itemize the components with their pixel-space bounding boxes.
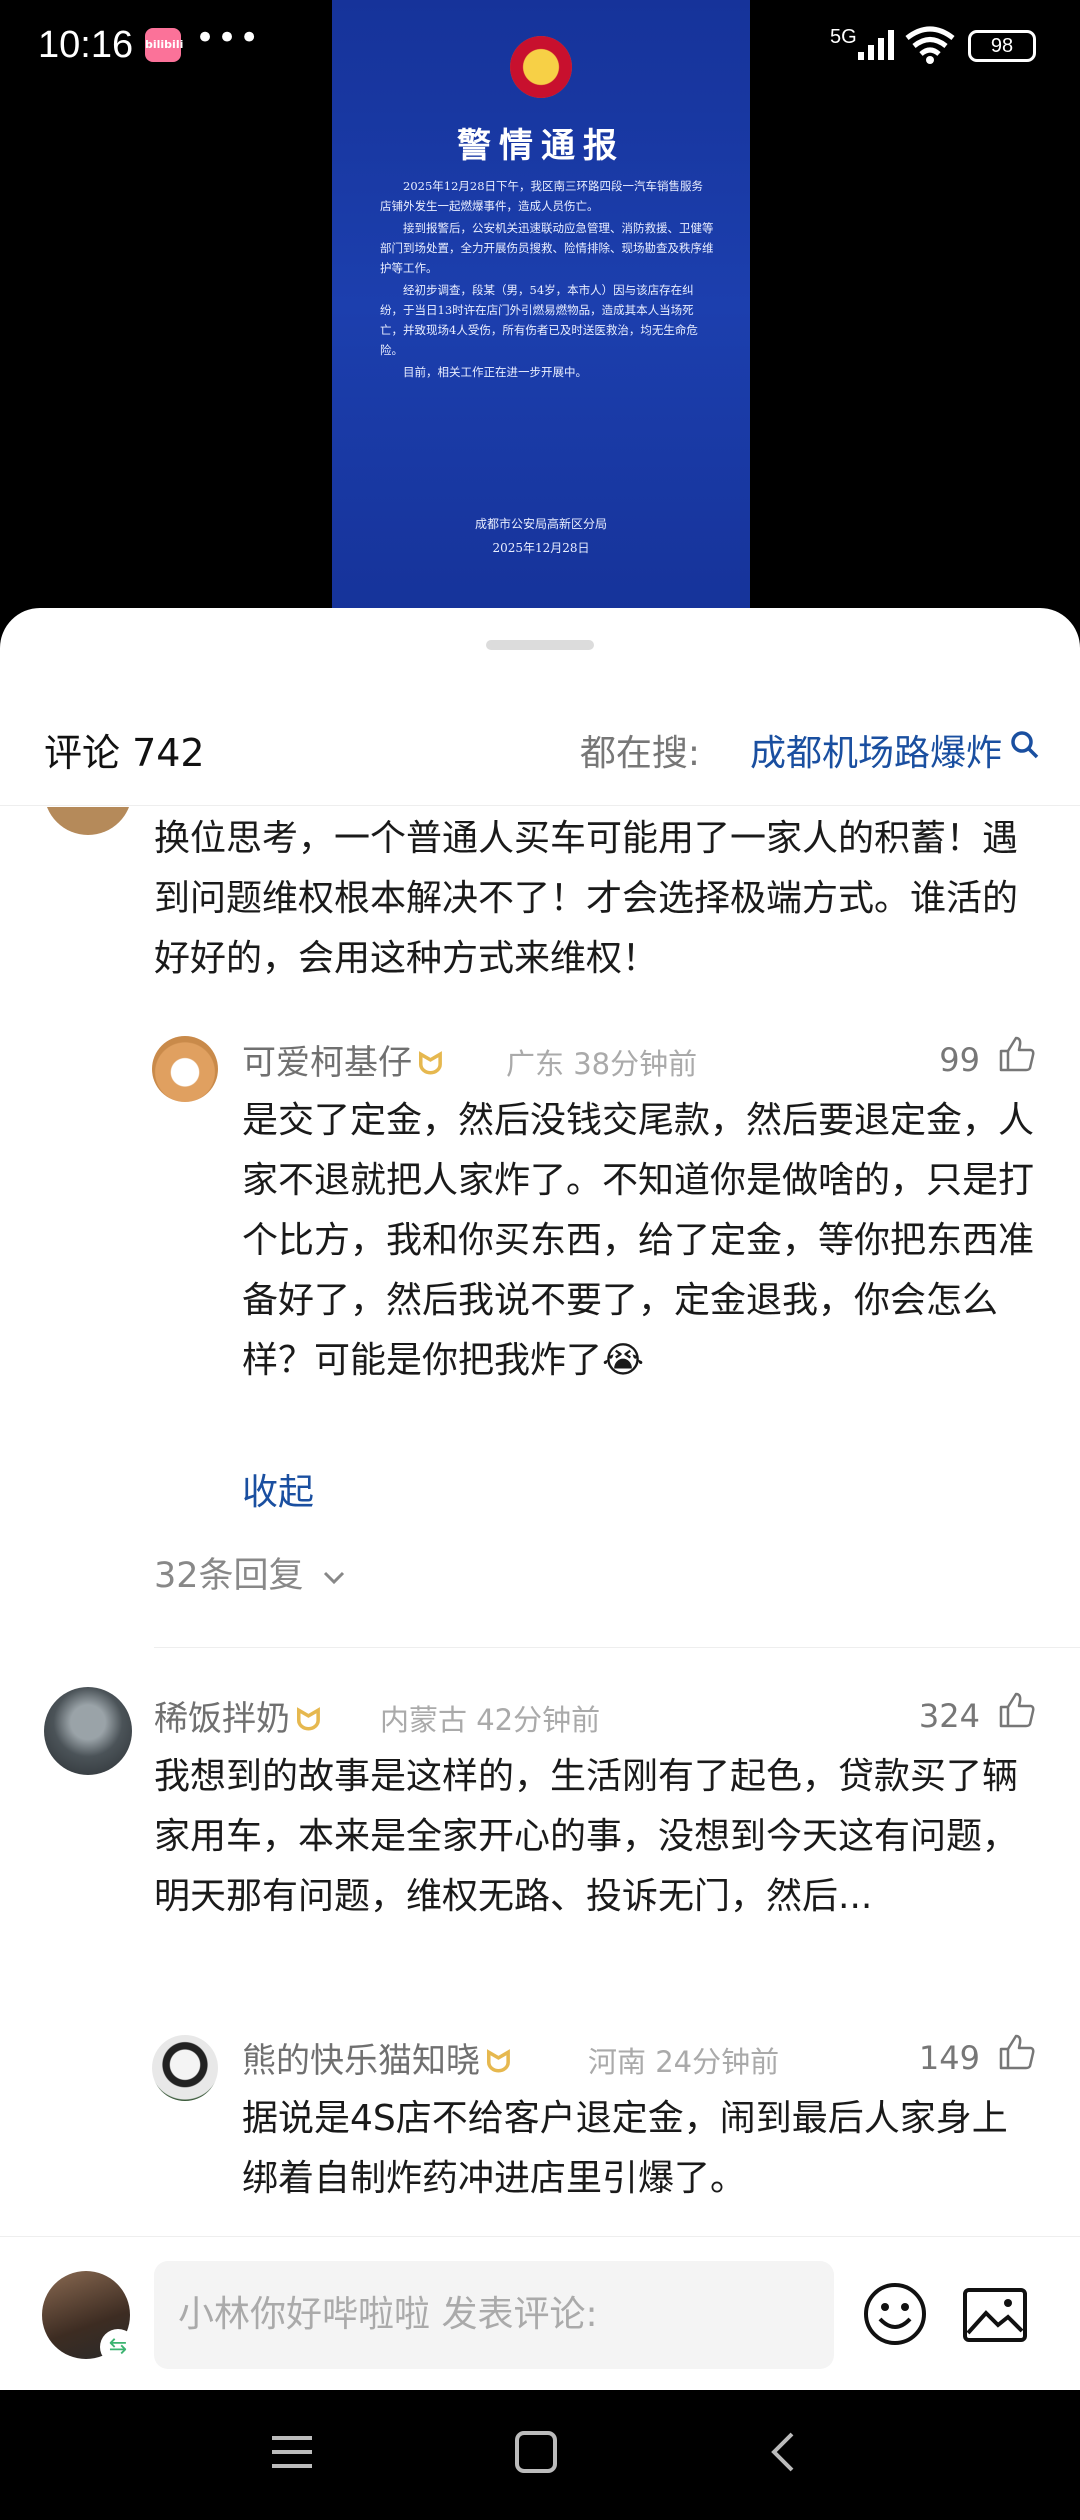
notice-paragraph: 目前，相关工作正在进一步开展中。 <box>403 365 587 379</box>
thumbs-up-icon[interactable] <box>998 2033 1036 2071</box>
replies-count[interactable]: 32条回复 <box>154 1556 304 1596</box>
avatar[interactable] <box>44 1687 132 1775</box>
network-type: 5G <box>830 26 857 48</box>
notice-signature-block: 成都市公安局高新区分局 2025年12月28日 <box>332 512 750 560</box>
username-text[interactable]: 熊的快乐猫知晓 <box>242 2041 480 2081</box>
comment-meta: 内蒙古 42分钟前 <box>380 1703 601 1737</box>
comment-list: 换位思考，一个普通人买车可能用了一家人的积蓄！遇到问题维权根本解决不了！才会选择… <box>0 807 1080 2237</box>
comment-text: 换位思考，一个普通人买车可能用了一家人的积蓄！遇到问题维权根本解决不了！才会选择… <box>154 818 1019 979</box>
vip-badge-icon: ᗢ <box>418 1047 443 1082</box>
comment-input[interactable]: 小林你好哔啦啦 发表评论: <box>154 2261 834 2369</box>
comment-text: 我想到的故事是这样的，生活刚有了起色，贷款买了辆家用车，本来是全家开心的事，没想… <box>154 1756 1019 1917</box>
system-nav-bar <box>0 2390 1080 2520</box>
view-replies-button[interactable]: 32条回复 <box>154 1547 347 1598</box>
like-count[interactable]: 149 <box>919 2039 980 2077</box>
comment-count: 评论 742 <box>44 731 205 775</box>
emoji-icon[interactable] <box>862 2281 928 2347</box>
back-icon[interactable] <box>762 2430 806 2474</box>
notice-body: 2025年12月28日下午，我区南三环路四段一汽车销售服务店铺外发生一起燃爆事件… <box>380 176 714 384</box>
reply-meta: 广东 38分钟前 <box>506 1047 698 1081</box>
notice-paragraph: 接到报警后，公安机关迅速联动应急管理、消防救援、卫健等部门到场处置，全力开展伤员… <box>380 221 714 275</box>
username-text[interactable]: 稀饭拌奶 <box>154 1699 290 1739</box>
signal-icon <box>858 30 894 60</box>
home-icon[interactable] <box>514 2430 558 2474</box>
reply-meta: 河南 24分钟前 <box>588 2045 780 2079</box>
reply-text: 据说是4S店不给客户退定金，闹到最后人家身上绑着自制炸药冲进店里引爆了。 <box>242 2098 1008 2199</box>
vip-badge-icon: ᗢ <box>486 2045 511 2080</box>
reply-text: 是交了定金，然后没钱交尾款，然后要退定金，人家不退就把人家炸了。不知道你是做啥的… <box>242 1091 1042 1391</box>
vip-badge-icon: ᗢ <box>296 1703 321 1738</box>
switch-account-icon[interactable]: ⇆ <box>100 2329 136 2365</box>
notice-paragraph: 2025年12月28日下午，我区南三环路四段一汽车销售服务店铺外发生一起燃爆事件… <box>380 179 704 213</box>
search-icon[interactable] <box>1010 730 1040 760</box>
notice-title: 警情通报 <box>457 126 625 166</box>
recent-apps-icon[interactable] <box>270 2430 314 2474</box>
thumbs-up-icon[interactable] <box>998 1691 1036 1729</box>
battery-indicator: 98 <box>968 30 1036 62</box>
crying-emoji: 😭 <box>602 1340 645 1381</box>
comment-sheet: 评论 742 都在搜: 成都机场路爆炸 换位思考，一个普通人买车可能用了一家人的… <box>0 608 1080 2390</box>
like-count[interactable]: 324 <box>919 1697 980 1735</box>
avatar[interactable] <box>44 807 132 835</box>
status-time: 10:16 <box>38 24 134 66</box>
username-text[interactable]: 可爱柯基仔 <box>242 1043 412 1083</box>
notice-signature: 成都市公安局高新区分局 <box>474 517 607 531</box>
reply-username[interactable]: 可爱柯基仔 ᗢ <box>242 1035 443 1084</box>
avatar[interactable] <box>152 2035 218 2101</box>
reply-username[interactable]: 熊的快乐猫知晓 ᗢ <box>242 2033 511 2082</box>
comment-header: 评论 742 都在搜: 成都机场路爆炸 <box>0 696 1080 806</box>
trending-search-label: 都在搜: <box>579 733 700 774</box>
status-bar: 10:16 bilibili ••• 5G 98 <box>0 0 1080 96</box>
comment-divider <box>154 1647 1080 1648</box>
notice-date: 2025年12月28日 <box>492 541 590 555</box>
drag-handle[interactable] <box>486 640 594 650</box>
thumbs-up-icon[interactable] <box>998 1035 1036 1073</box>
reply-text-content: 是交了定金，然后没钱交尾款，然后要退定金，人家不退就把人家炸了。不知道你是做啥的… <box>242 1100 1035 1381</box>
collapse-button[interactable]: 收起 <box>242 1463 314 1515</box>
wifi-icon <box>905 26 955 64</box>
comment-input-bar: ⇆ 小林你好哔啦啦 发表评论: <box>0 2236 1080 2390</box>
notice-paragraph: 经初步调查，段某（男，54岁，本市人）因与该店存在纠纷，于当日13时许在店门外引… <box>380 283 698 357</box>
bilibili-app-icon: bilibili <box>145 28 183 62</box>
more-notifications-icon: ••• <box>195 18 262 58</box>
trending-search-term[interactable]: 成都机场路爆炸 <box>750 724 1002 776</box>
avatar[interactable] <box>152 1036 218 1102</box>
comment-username[interactable]: 稀饭拌奶 ᗢ <box>154 1691 321 1740</box>
like-count[interactable]: 99 <box>939 1041 980 1079</box>
chevron-down-icon <box>323 1571 344 1585</box>
image-icon[interactable] <box>962 2287 1028 2343</box>
